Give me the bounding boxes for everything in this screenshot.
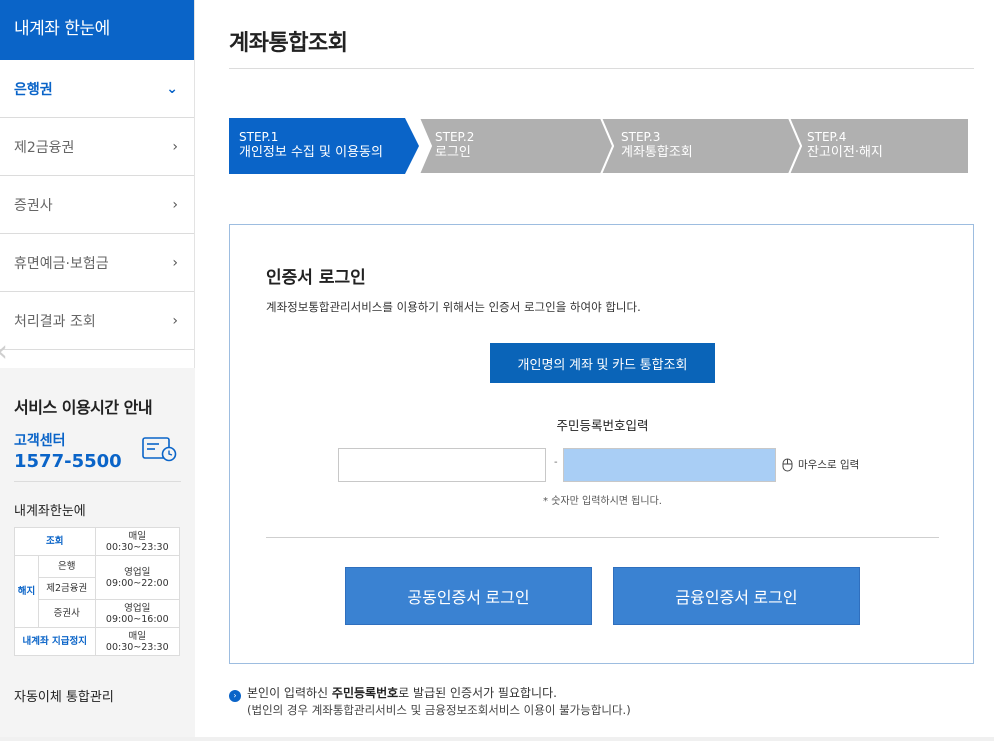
step-1: STEP.1 개인정보 수집 및 이용동의	[239, 118, 383, 174]
step-label: 로그인	[435, 145, 471, 160]
rrn-front-input[interactable]	[338, 448, 546, 482]
table-cell: 매일 00:30~23:30	[94, 527, 181, 556]
rrn-label: 주민등록번호입력	[556, 418, 649, 433]
combined-inquiry-button[interactable]: 개인명의 계좌 및 카드 통합조회	[490, 343, 715, 383]
certificate-login-box: 인증서 로그인 계좌정보통합관리서비스를 이용하기 위해서는 인증서 로그인을 …	[229, 224, 974, 664]
step-label: 계좌통합조회	[621, 145, 693, 160]
sidebar-item-label: 처리결과 조회	[14, 313, 96, 330]
sidebar-item-second-finance[interactable]: 제2금융권 ›	[0, 118, 194, 176]
step-label: 잔고이전·해지	[807, 145, 883, 160]
table-cell: 증권사	[38, 599, 96, 628]
sidebar-title: 내계좌 한눈에	[0, 0, 194, 60]
chevron-left-icon: ‹	[0, 334, 8, 369]
step-2: STEP.2 로그인	[435, 118, 474, 174]
table-cell: 내계좌 지급정지	[14, 627, 96, 656]
chevron-right-icon: ›	[172, 312, 178, 329]
auto-transfer-label[interactable]: 자동이체 통합관리	[14, 686, 181, 705]
service-hours-panel: 서비스 이용시간 안내 고객센터 1577-5500 내계좌한눈에 조회 매일 0…	[0, 368, 195, 741]
main-content: 계좌통합조회 STEP.1 개인정보 수집 및 이용동의 STEP.2 로그인 …	[229, 0, 974, 664]
sidebar-item-securities[interactable]: 증권사 ›	[0, 176, 194, 234]
rrn-hint: * 숫자만 입력하시면 됩니다.	[543, 496, 662, 507]
joint-certificate-login-button[interactable]: 공동인증서 로그인	[345, 567, 592, 625]
step-number: STEP.2	[435, 130, 475, 144]
login-box-description: 계좌정보통합관리서비스를 이용하기 위해서는 인증서 로그인을 하여야 합니다.	[266, 300, 641, 314]
table-cell: 해지	[14, 555, 39, 628]
step-number: STEP.1	[239, 130, 279, 144]
notice-line-2: (법인의 경우 계좌통합관리서비스 및 금융정보조회서비스 이용이 불가능합니다…	[247, 703, 631, 717]
divider	[266, 537, 939, 538]
notice-line-1: › 본인이 입력하신 주민등록번호로 발급된 인증서가 필요합니다.	[229, 685, 631, 702]
login-box-title: 인증서 로그인	[266, 268, 366, 288]
table-cell: 조회	[14, 527, 96, 556]
customer-center: 고객센터 1577-5500	[14, 430, 181, 482]
table-cell: 은행	[38, 555, 96, 578]
rrn-back-input[interactable]	[563, 448, 776, 482]
sidebar: 내계좌 한눈에 은행권 ⌄ 제2금융권 › 증권사 › 휴면예금·보험금 › 처…	[0, 0, 195, 741]
table-cell: 영업일 09:00~16:00	[94, 599, 181, 628]
financial-certificate-login-button[interactable]: 금융인증서 로그인	[613, 567, 860, 625]
chevron-right-icon: ›	[172, 254, 178, 271]
mouse-input-link[interactable]: 마우스로 입력	[782, 457, 859, 472]
service-subtitle: 내계좌한눈에	[14, 504, 86, 519]
table-cell: 영업일 09:00~22:00	[94, 555, 181, 600]
sidebar-item-label: 증권사	[14, 197, 53, 214]
mouse-icon	[782, 458, 793, 471]
service-hours-table: 조회 매일 00:30~23:30 해지 은행 영업일 09:00~22:00 제2…	[14, 527, 181, 656]
step-label: 개인정보 수집 및 이용동의	[239, 145, 383, 160]
rrn-separator: -	[554, 457, 558, 468]
divider	[0, 737, 994, 741]
step-progress: STEP.1 개인정보 수집 및 이용동의 STEP.2 로그인 STEP.3 …	[229, 118, 969, 174]
step-3: STEP.3 계좌통합조회	[621, 118, 693, 174]
notice: › 본인이 입력하신 주민등록번호로 발급된 인증서가 필요합니다. (법인의 경…	[229, 685, 631, 719]
sidebar-item-bank[interactable]: 은행권 ⌄	[0, 60, 194, 118]
step-4: STEP.4 잔고이전·해지	[807, 118, 883, 174]
page-title: 계좌통합조회	[229, 31, 348, 56]
sidebar-item-label: 제2금융권	[14, 139, 75, 156]
service-hours-title: 서비스 이용시간 안내	[14, 398, 153, 417]
calendar-clock-icon	[142, 437, 177, 462]
divider	[229, 68, 974, 69]
chevron-right-icon: ›	[172, 138, 178, 155]
step-number: STEP.4	[807, 130, 847, 144]
table-cell: 매일 00:30~23:30	[94, 627, 181, 656]
table-cell: 제2금융권	[38, 577, 96, 600]
chevron-right-icon: ›	[172, 196, 178, 213]
arrow-right-bullet-icon: ›	[229, 690, 241, 702]
sidebar-item-dormant-deposit[interactable]: 휴면예금·보험금 ›	[0, 234, 194, 292]
chevron-down-icon: ⌄	[166, 80, 178, 97]
sidebar-item-label: 휴면예금·보험금	[14, 255, 109, 272]
sidebar-item-results[interactable]: 처리결과 조회 ›	[0, 292, 194, 350]
sidebar-item-label: 은행권	[14, 81, 53, 98]
step-number: STEP.3	[621, 130, 661, 144]
mouse-input-label: 마우스로 입력	[798, 459, 860, 471]
